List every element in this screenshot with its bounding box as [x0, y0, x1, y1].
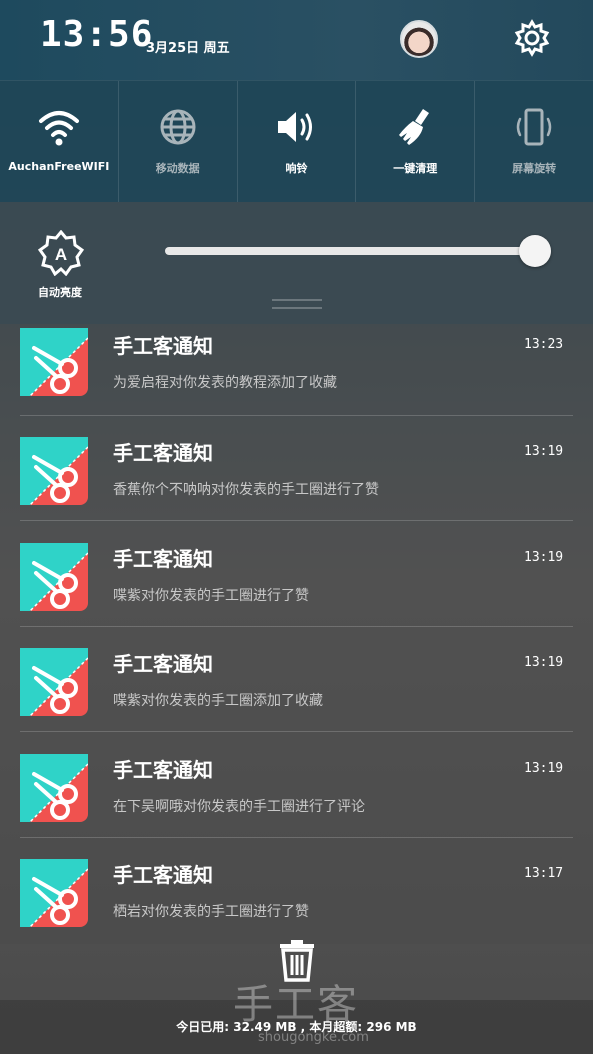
notification-body: 喋紫对你发表的手工圈添加了收藏 — [113, 693, 323, 710]
svg-text:A: A — [55, 245, 67, 264]
toggle-label: 移动数据 — [155, 162, 200, 175]
drag-handle[interactable] — [272, 299, 322, 301]
rotate-icon — [516, 108, 552, 146]
notification-title: 手工客通知 — [113, 441, 213, 466]
notification-title: 手工客通知 — [113, 757, 213, 782]
divider — [20, 731, 573, 733]
notification-item[interactable]: 手工客通知 13:19 喋紫对你发表的手工圈进行了赞 — [0, 539, 593, 644]
scissors-app-icon — [20, 542, 88, 611]
toggle-label: AuchanFreeWIFI — [8, 160, 110, 173]
toggle-label: 一键清理 — [393, 162, 438, 175]
globe-icon — [160, 109, 196, 145]
notification-time: 13:23 — [524, 337, 564, 352]
brightness-slider-knob[interactable] — [519, 235, 551, 267]
notification-item[interactable]: 手工客通知 13:23 为爱启程对你发表的教程添加了收藏 — [0, 328, 593, 433]
divider — [20, 520, 573, 522]
scissors-app-icon — [20, 437, 88, 506]
brightness-panel: A 自动亮度 — [0, 202, 593, 324]
toggle-mobile-data[interactable]: 移动数据 — [119, 81, 238, 202]
divider — [20, 415, 573, 416]
toggle-clean[interactable]: 一键清理 — [356, 81, 476, 202]
quick-toggles: AuchanFreeWIFI 移动数据 响铃 一键清理 屏幕旋转 — [0, 80, 593, 202]
notification-title: 手工客通知 — [113, 334, 213, 358]
notification-title: 手工客通知 — [113, 652, 213, 677]
notification-time: 13:17 — [524, 866, 564, 881]
notification-item[interactable]: 手工客通知 13:19 香蕉你个不呐呐对你发表的手工圈进行了赞 — [0, 433, 593, 538]
notification-time: 13:19 — [524, 444, 564, 460]
notification-item[interactable]: 手工客通知 13:19 喋紫对你发表的手工圈添加了收藏 — [0, 644, 593, 749]
avatar[interactable] — [400, 20, 438, 58]
notification-time: 13:19 — [524, 760, 564, 776]
notification-body: 喋紫对你发表的手工圈进行了赞 — [113, 587, 309, 604]
notification-body: 香蕉你个不呐呐对你发表的手工圈进行了赞 — [113, 482, 379, 499]
notification-title: 手工客通知 — [113, 863, 213, 887]
notification-body: 为爱启程对你发表的教程添加了收藏 — [113, 375, 337, 391]
toggle-label: 屏幕旋转 — [512, 162, 557, 175]
toggle-ringer[interactable]: 响铃 — [238, 81, 357, 202]
toggle-label: 响铃 — [285, 162, 308, 175]
scissors-app-icon — [20, 859, 88, 927]
data-usage-text: 今日已用: 32.49 MB , 本月超额: 296 MB — [176, 1020, 417, 1034]
speaker-icon — [278, 112, 313, 142]
notification-body: 栖岩对你发表的手工圈进行了赞 — [113, 904, 309, 920]
auto-brightness-icon[interactable]: A — [38, 230, 84, 276]
status-header: 13:56 3月25日 周五 — [0, 0, 593, 80]
notification-item[interactable]: 手工客通知 13:19 在下吴啊哦对你发表的手工圈进行了评论 — [0, 750, 593, 855]
broom-icon — [399, 109, 430, 145]
scissors-app-icon — [20, 753, 88, 822]
notification-time: 13:19 — [524, 655, 564, 671]
divider — [20, 625, 573, 627]
date: 3月25日 周五 — [146, 41, 230, 56]
drag-handle[interactable] — [272, 307, 322, 309]
divider — [20, 836, 573, 838]
notification-body: 在下吴啊哦对你发表的手工圈进行了评论 — [113, 798, 365, 815]
clock: 13:56 — [40, 14, 154, 55]
toggle-rotate[interactable]: 屏幕旋转 — [475, 81, 593, 202]
brightness-slider[interactable] — [165, 247, 535, 255]
wifi-icon — [38, 111, 79, 146]
notification-title: 手工客通知 — [113, 546, 213, 571]
scissors-app-icon — [20, 648, 88, 717]
auto-brightness-label: 自动亮度 — [38, 286, 82, 299]
toggle-wifi[interactable]: AuchanFreeWIFI — [0, 81, 119, 202]
notification-time: 13:19 — [524, 549, 564, 565]
gear-icon[interactable] — [512, 18, 552, 58]
scissors-app-icon — [20, 328, 88, 396]
